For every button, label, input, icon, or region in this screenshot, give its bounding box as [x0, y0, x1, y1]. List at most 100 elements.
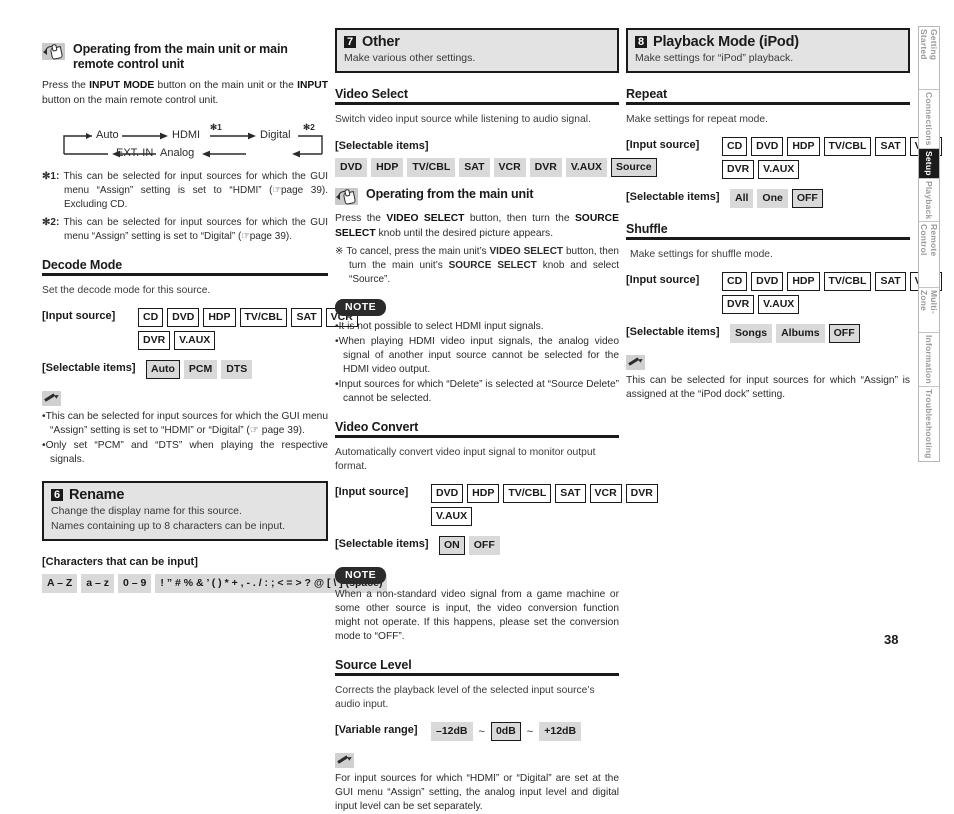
- repeat-input-source-chips: CD DVD HDP TV/CBL SAT VCR DVR V.AUX: [722, 137, 942, 179]
- tab-getting-started[interactable]: Getting Started: [919, 27, 939, 91]
- chip-selectable-item[interactable]: OFF: [468, 536, 500, 555]
- chip-input-source[interactable]: V.AUX: [758, 295, 800, 314]
- video-select-heading: Video Select: [335, 87, 619, 105]
- chip-selectable-item[interactable]: OFF: [791, 189, 823, 208]
- chip-input-source[interactable]: DVR: [722, 160, 755, 179]
- chip-selectable-item[interactable]: Auto: [146, 360, 180, 379]
- op-text-3: button on the main remote control unit.: [42, 94, 219, 106]
- pencil-note-icon: [335, 753, 354, 768]
- chip-input-source[interactable]: DVD: [751, 137, 784, 156]
- chip-input-source[interactable]: DVD: [431, 484, 464, 503]
- footnote-2-label: ✻2:: [42, 217, 60, 228]
- chip-input-source[interactable]: HDP: [467, 484, 500, 503]
- chip-input-source[interactable]: V.AUX: [758, 160, 800, 179]
- video-convert-description: Automatically convert video input signal…: [335, 447, 596, 472]
- chip-charset[interactable]: a – z: [81, 574, 115, 593]
- footnote-2-text-b: ).: [285, 231, 293, 242]
- tab-setup[interactable]: Setup: [919, 149, 939, 179]
- other-section-title: Other: [362, 34, 400, 50]
- chip-input-source[interactable]: CD: [722, 137, 748, 156]
- chip-range-min[interactable]: –12dB: [431, 722, 473, 741]
- chip-charset[interactable]: 0 – 9: [118, 574, 152, 593]
- chip-input-source[interactable]: DVD: [751, 272, 784, 291]
- chip-selectable-item[interactable]: All: [730, 189, 754, 208]
- chip-selectable-item[interactable]: OFF: [828, 324, 860, 343]
- chip-input-source[interactable]: V.AUX: [174, 331, 216, 350]
- footnote-1-label: ✻1:: [42, 171, 60, 182]
- chip-selectable-item[interactable]: VCR: [493, 158, 526, 177]
- video-convert-heading: Video Convert: [335, 420, 619, 438]
- op-bold-1: INPUT MODE: [89, 80, 155, 91]
- range-tilde-2: ~: [526, 725, 534, 738]
- chip-input-source[interactable]: HDP: [787, 137, 820, 156]
- chip-selectable-item[interactable]: TV/CBL: [407, 158, 456, 177]
- footnote-1-ref: page 39: [280, 185, 322, 196]
- chip-selectable-item[interactable]: DTS: [221, 360, 253, 379]
- chip-range-max[interactable]: +12dB: [539, 722, 582, 741]
- input-mode-flow-diagram: Auto HDMI ✻1 Digital ✻2 Analog EXT. IN: [60, 122, 330, 166]
- chip-input-source[interactable]: TV/CBL: [239, 308, 288, 327]
- playback-banner-title-row: 8 Playback Mode (iPod): [635, 34, 901, 50]
- chip-selectable-item[interactable]: One: [757, 189, 788, 208]
- repeat-input-source-row: [Input source] CD DVD HDP TV/CBL SAT VCR…: [626, 137, 942, 179]
- chip-selectable-item[interactable]: DVD: [335, 158, 368, 177]
- note-badge-video-convert: NOTE: [335, 567, 387, 584]
- decode-mode-input-source-label: [Input source]: [42, 310, 116, 322]
- shuffle-selectable-row: [Selectable items] Songs Albums OFF: [626, 324, 910, 343]
- chip-input-source[interactable]: TV/CBL: [823, 272, 872, 291]
- chip-input-source[interactable]: SAT: [875, 137, 906, 156]
- video-convert-input-source-label: [Input source]: [335, 486, 409, 498]
- tab-troubleshooting[interactable]: Troubleshooting: [919, 387, 939, 461]
- tab-remote-control[interactable]: Remote Control: [919, 222, 939, 288]
- chip-input-source[interactable]: HDP: [203, 308, 236, 327]
- chip-selectable-item[interactable]: DVR: [529, 158, 562, 177]
- flow-mark-1: ✻1: [210, 122, 222, 132]
- tab-multi-zone[interactable]: Multi-Zone: [919, 287, 939, 334]
- chip-selectable-item[interactable]: Albums: [776, 324, 825, 343]
- chip-input-source[interactable]: CD: [722, 272, 748, 291]
- playback-section-subtitle: Make settings for “iPod” playback.: [635, 52, 794, 64]
- chip-input-source[interactable]: DVD: [167, 308, 200, 327]
- rename-sub-line-1: Change the display name for this source.: [51, 505, 242, 517]
- chip-selectable-item[interactable]: SAT: [459, 158, 490, 177]
- chip-input-source[interactable]: V.AUX: [431, 507, 473, 526]
- column-middle: 7 Other Make various other settings. Vid…: [335, 28, 658, 814]
- chip-range-default[interactable]: 0dB: [490, 722, 521, 741]
- tab-playback[interactable]: Playback: [919, 178, 939, 223]
- video-convert-input-source-chips: DVD HDP TV/CBL SAT VCR DVR V.AUX: [431, 484, 658, 526]
- repeat-description: Make settings for repeat mode.: [626, 114, 768, 125]
- chip-input-source[interactable]: SAT: [875, 272, 906, 291]
- decode-mode-heading: Decode Mode: [42, 258, 328, 276]
- chip-input-source[interactable]: DVR: [625, 484, 658, 503]
- tab-information[interactable]: Information: [919, 333, 939, 388]
- chip-input-source[interactable]: HDP: [787, 272, 820, 291]
- flow-mark-2: ✻2: [303, 122, 315, 132]
- chip-input-source[interactable]: DVR: [138, 331, 171, 350]
- decode-mode-description: Set the decode mode for this source.: [42, 285, 211, 296]
- chip-selectable-item[interactable]: V.AUX: [565, 158, 607, 177]
- chip-input-source[interactable]: TV/CBL: [503, 484, 552, 503]
- chip-selectable-item[interactable]: Songs: [730, 324, 773, 343]
- note-item: Input sources for which “Delete” is sele…: [335, 378, 619, 406]
- video-select-operating-heading: Operating from the main unit: [335, 187, 619, 206]
- source-level-description: Corrects the playback level of the selec…: [335, 685, 595, 710]
- chip-input-source[interactable]: CD: [138, 308, 164, 327]
- rename-chars-label: [Characters that can be input]: [42, 556, 198, 568]
- repeat-selectable-chips: All One OFF: [730, 189, 823, 208]
- chip-input-source[interactable]: SAT: [555, 484, 586, 503]
- chip-selectable-item[interactable]: HDP: [371, 158, 404, 177]
- column-left: Operating from the main unit or main rem…: [42, 28, 388, 593]
- shuffle-note: This can be selected for input sources f…: [626, 375, 910, 400]
- chip-selectable-item[interactable]: PCM: [183, 360, 218, 379]
- chip-input-source[interactable]: SAT: [291, 308, 322, 327]
- chip-charset[interactable]: A – Z: [42, 574, 78, 593]
- decode-mode-input-source-row: [Input source] CD DVD HDP TV/CBL SAT VCR…: [42, 308, 358, 350]
- chip-input-source[interactable]: VCR: [589, 484, 622, 503]
- video-convert-input-source-row: [Input source] DVD HDP TV/CBL SAT VCR DV…: [335, 484, 658, 526]
- shuffle-input-source-chips: CD DVD HDP TV/CBL SAT VCR DVR V.AUX: [722, 272, 942, 314]
- chip-input-source[interactable]: DVR: [722, 295, 755, 314]
- chip-selectable-item[interactable]: ON: [439, 536, 465, 555]
- tab-connections[interactable]: Connections: [919, 90, 939, 150]
- chip-input-source[interactable]: TV/CBL: [823, 137, 872, 156]
- video-select-selectable-label: [Selectable items]: [335, 140, 429, 152]
